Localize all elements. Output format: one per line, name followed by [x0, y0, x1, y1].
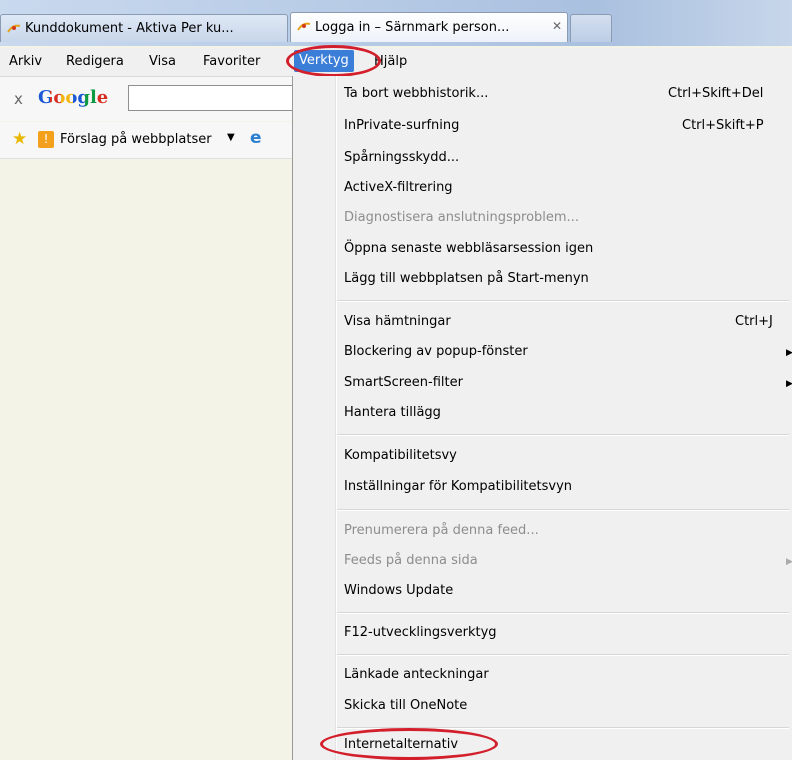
menu-item-linked-notes[interactable]: Länkade anteckningar [344, 667, 489, 682]
google-logo[interactable]: Google [38, 87, 108, 108]
suggested-sites-icon: ! [38, 131, 54, 148]
favorites-bar: ★ ! Förslag på webbplatser ▼ e [0, 122, 320, 159]
tab-kunddokument[interactable]: Kunddokument - Aktiva Per ku... [0, 14, 288, 42]
favorites-star-icon[interactable]: ★ [12, 129, 27, 149]
shortcut-inprivate: Ctrl+Skift+P [682, 118, 764, 133]
menu-item-delete-history[interactable]: Ta bort webbhistorik... [344, 86, 488, 101]
close-tab-icon[interactable]: ✕ [552, 19, 562, 33]
menu-item-popup-blocker[interactable]: Blockering av popup-fönster [344, 344, 528, 359]
submenu-arrow-icon: ▶ [786, 557, 792, 567]
menu-item-f12-tools[interactable]: F12-utvecklingsverktyg [344, 625, 497, 640]
menu-item-manage-addons[interactable]: Hantera tillägg [344, 405, 441, 420]
google-logo-text: Google [38, 87, 109, 108]
close-toolbar-icon[interactable]: x [14, 90, 23, 108]
chevron-down-icon[interactable]: ▼ [227, 132, 235, 143]
menu-item-feeds-on-page: Feeds på denna sida [344, 553, 478, 568]
menu-visa[interactable]: Visa [149, 54, 176, 69]
menu-arkiv[interactable]: Arkiv [9, 54, 42, 69]
menu-separator [337, 509, 789, 510]
menu-item-send-to-onenote[interactable]: Skicka till OneNote [344, 698, 467, 713]
tab-title: Logga in – Särnmark person... [315, 20, 510, 35]
suggested-sites-link[interactable]: Förslag på webbplatser [60, 132, 212, 147]
ie-icon[interactable]: e [250, 128, 262, 148]
menu-redigera[interactable]: Redigera [66, 54, 124, 69]
menu-item-inprivate[interactable]: InPrivate-surfning [344, 118, 459, 133]
tab-logga-in[interactable]: Logga in – Särnmark person... ✕ [290, 12, 568, 42]
menu-separator [337, 612, 789, 613]
menu-item-diagnose: Diagnostisera anslutningsproblem... [344, 210, 579, 225]
menu-item-windows-update[interactable]: Windows Update [344, 583, 453, 598]
menu-favoriter[interactable]: Favoriter [203, 54, 260, 69]
menu-item-smartscreen[interactable]: SmartScreen-filter [344, 375, 463, 390]
tab-strip: Kunddokument - Aktiva Per ku... Logga in… [0, 0, 792, 46]
menu-item-add-to-start[interactable]: Lägg till webbplatsen på Start-menyn [344, 271, 589, 286]
submenu-arrow-icon: ▶ [786, 379, 792, 389]
shortcut-view-downloads: Ctrl+J [735, 314, 773, 329]
tools-menu: Ta bort webbhistorik... Ctrl+Skift+Del I… [292, 76, 792, 760]
new-tab-button[interactable] [570, 14, 612, 42]
menu-item-compatibility-settings[interactable]: Inställningar för Kompatibilitetsvyn [344, 479, 572, 494]
menu-gutter [335, 76, 336, 760]
menu-item-reopen-session[interactable]: Öppna senaste webbläsarsession igen [344, 241, 593, 256]
menu-bar: Arkiv Redigera Visa Favoriter Verktyg Hj… [0, 48, 792, 77]
menu-separator [337, 434, 789, 435]
site-favicon-icon [297, 22, 311, 31]
shortcut-delete-history: Ctrl+Skift+Del [668, 86, 764, 101]
menu-item-activex-filtering[interactable]: ActiveX-filtrering [344, 180, 453, 195]
menu-item-subscribe-feed: Prenumerera på denna feed... [344, 523, 539, 538]
menu-separator [337, 654, 789, 655]
submenu-arrow-icon: ▶ [786, 348, 792, 358]
google-toolbar: x Google [0, 77, 328, 121]
menu-item-tracking-protection[interactable]: Spårningsskydd... [344, 150, 459, 165]
menu-separator [337, 300, 789, 301]
annotation-circle-internet-options [320, 728, 498, 760]
site-favicon-icon [7, 24, 21, 33]
menu-item-view-downloads[interactable]: Visa hämtningar [344, 314, 451, 329]
tab-title: Kunddokument - Aktiva Per ku... [25, 21, 234, 36]
menu-item-compatibility-view[interactable]: Kompatibilitetsvy [344, 448, 457, 463]
annotation-circle-verktyg [286, 45, 381, 77]
